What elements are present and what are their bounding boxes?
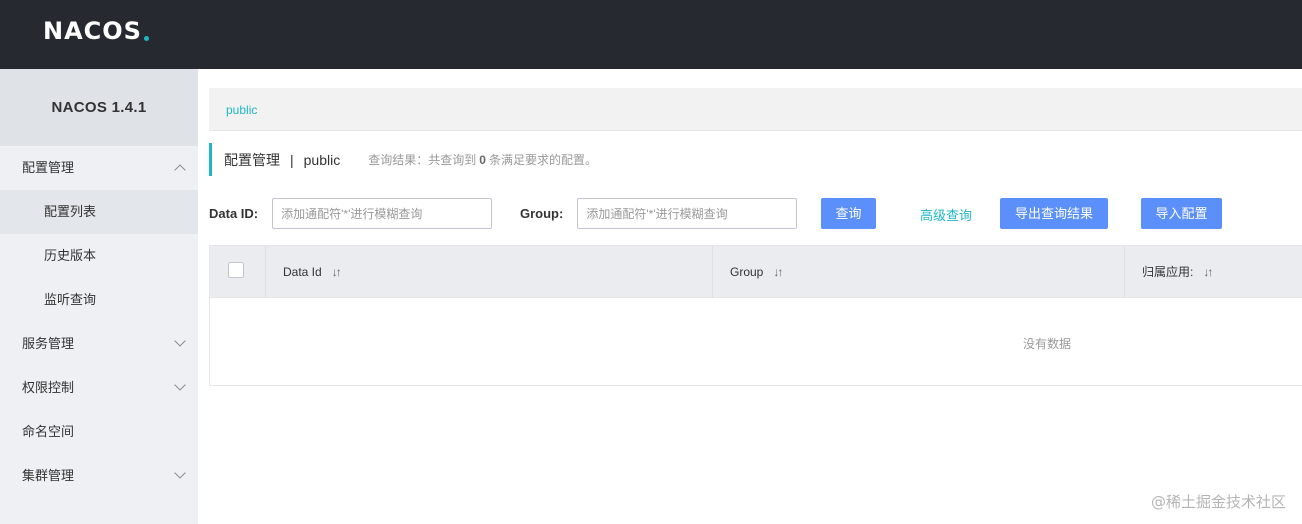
chevron-down-icon: [174, 335, 186, 347]
title-separator: |: [290, 151, 294, 168]
column-divider: [1124, 246, 1125, 298]
chevron-up-icon: [174, 164, 186, 176]
logo-text: NACOS: [43, 17, 142, 45]
export-results-button[interactable]: 导出查询结果: [1000, 198, 1108, 229]
result-suffix: 条满足要求的配置。: [488, 153, 597, 167]
sidebar-item-label: 配置列表: [44, 204, 97, 219]
top-navbar: NACOS: [0, 0, 1302, 69]
config-table: Data Id ↓↑ Group ↓↑ 归属应用: ↓↑ 没有数据: [209, 245, 1302, 386]
page-title-row: 配置管理 | public 查询结果：共查询到 0 条满足要求的配置。: [209, 143, 597, 176]
sidebar-item-label: 监听查询: [44, 292, 97, 307]
sidebar-item-access-control[interactable]: 权限控制: [0, 366, 198, 410]
sidebar-item-namespace[interactable]: 命名空间: [0, 410, 198, 454]
sidebar-item-config-management[interactable]: 配置管理: [0, 146, 198, 190]
namespace-bar: public: [209, 88, 1302, 131]
table-empty-state: 没有数据: [210, 298, 1302, 386]
data-id-label: Data ID:: [209, 206, 259, 221]
sidebar-item-config-list[interactable]: 配置列表: [0, 190, 198, 234]
page-title: 配置管理: [224, 151, 280, 168]
group-input[interactable]: [577, 198, 798, 229]
column-header-group[interactable]: Group ↓↑: [730, 246, 783, 298]
sidebar-item-label: 配置管理: [22, 160, 75, 175]
chevron-down-icon: [174, 379, 186, 391]
namespace-tab-public[interactable]: public: [226, 103, 257, 117]
sidebar-item-listener-query[interactable]: 监听查询: [0, 278, 198, 322]
column-label: Group: [730, 265, 764, 279]
sort-icon[interactable]: ↓↑: [332, 246, 342, 298]
column-label: Data Id: [283, 265, 322, 279]
sidebar-item-label: 权限控制: [22, 380, 75, 395]
sidebar-item-label: 集群管理: [22, 468, 75, 483]
sort-icon[interactable]: ↓↑: [1203, 246, 1213, 298]
sidebar-item-label: 服务管理: [22, 336, 75, 351]
column-divider: [712, 246, 713, 298]
sidebar-item-history[interactable]: 历史版本: [0, 234, 198, 278]
sidebar-item-label: 命名空间: [22, 424, 75, 439]
sidebar-item-cluster-management[interactable]: 集群管理: [0, 454, 198, 498]
group-label: Group:: [520, 206, 564, 221]
sidebar-header: NACOS 1.4.1: [0, 69, 198, 146]
group-filter: Group:: [520, 198, 798, 229]
nacos-logo[interactable]: NACOS: [43, 16, 149, 46]
column-header-data-id[interactable]: Data Id ↓↑: [283, 246, 342, 298]
data-id-input[interactable]: [272, 198, 493, 229]
empty-text: 没有数据: [1023, 337, 1072, 351]
sort-icon[interactable]: ↓↑: [773, 246, 783, 298]
column-label: 归属应用:: [1142, 265, 1194, 279]
sidebar-item-label: 历史版本: [44, 248, 97, 263]
select-all-checkbox[interactable]: [228, 262, 244, 278]
result-count: 0: [479, 153, 486, 167]
query-button[interactable]: 查询: [821, 198, 876, 229]
namespace-name: public: [303, 151, 341, 168]
sidebar-item-service-management[interactable]: 服务管理: [0, 322, 198, 366]
sidebar-menu: 配置管理 配置列表 历史版本 监听查询 服务管理 权限控制 命名空间 集群管理: [0, 146, 198, 498]
sidebar: NACOS 1.4.1 配置管理 配置列表 历史版本 监听查询 服务管理 权限控…: [0, 69, 198, 524]
column-divider: [265, 246, 266, 298]
watermark: @稀土掘金技术社区: [1150, 493, 1286, 511]
advanced-query-link[interactable]: 高级查询: [920, 205, 972, 224]
chevron-down-icon: [174, 467, 186, 479]
logo-dot-icon: [143, 35, 149, 41]
product-version: NACOS 1.4.1: [51, 99, 147, 116]
column-header-app[interactable]: 归属应用: ↓↑: [1142, 246, 1213, 298]
data-id-filter: Data ID:: [209, 198, 493, 229]
result-prefix: 查询结果：共查询到: [368, 153, 477, 167]
import-config-button[interactable]: 导入配置: [1141, 198, 1222, 229]
table-header: Data Id ↓↑ Group ↓↑ 归属应用: ↓↑: [210, 246, 1302, 298]
main-content: public 配置管理 | public 查询结果：共查询到 0 条满足要求的配置。…: [198, 69, 1302, 524]
query-result-summary: 查询结果：共查询到 0 条满足要求的配置。: [368, 151, 597, 168]
